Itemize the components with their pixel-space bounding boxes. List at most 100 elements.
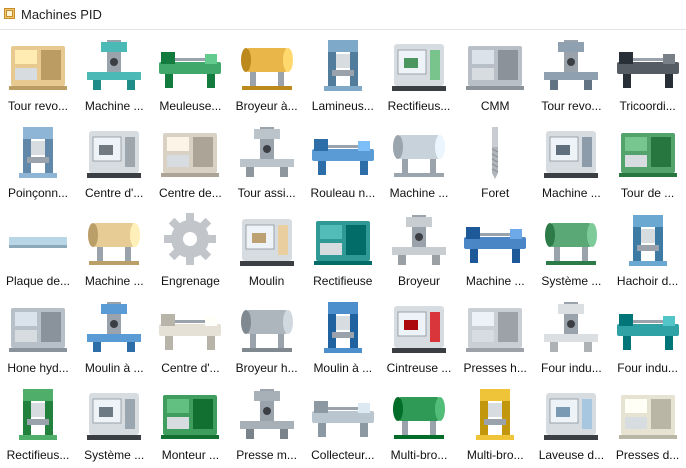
shape-item[interactable]: Presses h...	[457, 292, 533, 379]
shape-item[interactable]: Tour revo...	[533, 30, 609, 117]
shape-item[interactable]: Moulin à ...	[305, 292, 381, 379]
shape-item-label: Machine ...	[389, 186, 449, 201]
shape-item-label: Machine ...	[84, 99, 144, 113]
shape-item[interactable]: Machine ...	[381, 117, 457, 204]
shape-item[interactable]: Presses d...	[610, 379, 686, 466]
shape-item[interactable]: Machine ...	[533, 117, 609, 204]
assembler-icon	[161, 395, 220, 440]
shape-item-label: Machine ...	[465, 273, 525, 288]
shape-item-label: Rouleau n...	[310, 186, 376, 201]
shape-item[interactable]: Hachoir d...	[610, 205, 686, 292]
shape-item[interactable]: Presse m...	[229, 379, 305, 466]
bench-machine-icon	[393, 135, 445, 178]
enclosure-center-icon	[159, 313, 222, 350]
shape-item[interactable]: Centre d'...	[152, 292, 228, 379]
shape-item[interactable]: Multi-bro...	[381, 379, 457, 466]
shape-item[interactable]: CMM	[457, 30, 533, 117]
shape-item[interactable]: Monteur ...	[152, 379, 228, 466]
shape-item[interactable]: Centre d'...	[76, 117, 152, 204]
column-press-icon	[618, 395, 677, 440]
small-lathe-icon	[618, 133, 677, 178]
shape-item-label: Centre d'...	[85, 186, 144, 201]
shape-item-label: Système ...	[541, 273, 602, 288]
rolling-mill-icon	[323, 40, 362, 91]
cabinet-grinder-icon	[313, 220, 372, 265]
shape-item[interactable]: Hone hyd...	[0, 292, 76, 379]
shape-item[interactable]: Machine ...	[457, 205, 533, 292]
shape-item-label: Presse m...	[236, 448, 297, 463]
shape-item-label: Rectifieus...	[6, 448, 70, 463]
shape-item-label: Hachoir d...	[616, 273, 679, 288]
collector-icon	[311, 401, 374, 438]
shape-item[interactable]: Rouleau n...	[305, 117, 381, 204]
shape-item[interactable]: Poinçonn...	[0, 117, 76, 204]
shape-item[interactable]: Système ...	[76, 379, 152, 466]
shape-item[interactable]: Broyeur	[381, 205, 457, 292]
library-shape-icon	[4, 8, 15, 19]
shape-item[interactable]: Rectifieuse	[305, 205, 381, 292]
shape-item[interactable]: Machine ...	[76, 30, 152, 117]
shape-item[interactable]: Foret	[457, 117, 533, 204]
box-machine-icon	[88, 222, 141, 265]
shape-item[interactable]: Rectifieus...	[0, 379, 76, 466]
table-mill-icon	[87, 301, 142, 352]
assisted-lathe-icon	[239, 127, 294, 178]
surface-grinder-icon	[159, 52, 222, 88]
shape-item[interactable]: Plaque de...	[0, 205, 76, 292]
shape-item-label: Broyeur h...	[235, 360, 298, 375]
drill-bit-icon	[491, 127, 499, 180]
chopper-icon	[628, 214, 667, 266]
shape-item[interactable]: Tricoordi...	[610, 30, 686, 117]
shape-item-label: Moulin à ...	[84, 360, 144, 375]
gear-icon	[164, 212, 217, 265]
shape-item-label: Tour revo...	[7, 99, 69, 113]
shape-item[interactable]: Rectifieus...	[381, 30, 457, 117]
shape-item[interactable]: Multi-bro...	[457, 379, 533, 466]
shape-item[interactable]: Engrenage	[152, 205, 228, 292]
shape-item-label: Multi-bro...	[466, 448, 524, 463]
shape-item[interactable]: Moulin à ...	[76, 292, 152, 379]
shape-item[interactable]: Lamineus...	[305, 30, 381, 117]
shape-item[interactable]: Broyeur h...	[229, 292, 305, 379]
shape-item[interactable]: Machine ...	[76, 205, 152, 292]
shape-item-label: Broyeur à...	[235, 99, 298, 113]
cylindrical-grinder-icon	[392, 44, 446, 91]
shape-item[interactable]: Meuleuse...	[152, 30, 228, 117]
shape-item[interactable]: Laveuse d...	[533, 379, 609, 466]
face-machine-icon	[464, 226, 527, 263]
shape-item-label: Système ...	[84, 448, 145, 463]
shape-item[interactable]: Centre de...	[152, 117, 228, 204]
shape-item[interactable]: Broyeur à...	[229, 30, 305, 117]
shape-item[interactable]: Cintreuse ...	[381, 292, 457, 379]
multi-spindle-yellow-icon	[476, 389, 515, 441]
shape-item-label: Machine ...	[84, 273, 144, 288]
drum-crusher-icon	[240, 48, 293, 90]
machining-center-icon	[161, 133, 220, 178]
shape-item-label: CMM	[480, 99, 510, 113]
hydraulic-hone-icon	[9, 307, 67, 352]
multi-spindle-green-icon	[393, 397, 445, 440]
shape-item-label: Tour revo...	[541, 99, 602, 113]
tri-coordinate-icon	[616, 52, 679, 88]
shape-item-label: Moulin à ...	[313, 360, 373, 375]
shape-item-label: Cintreuse ...	[386, 360, 452, 375]
shape-item[interactable]: Collecteur...	[305, 379, 381, 466]
shape-item[interactable]: Tour assi...	[229, 117, 305, 204]
industrial-furnace-icon	[616, 313, 679, 350]
shape-item[interactable]: Moulin	[229, 205, 305, 292]
shape-item[interactable]: Four indu...	[610, 292, 686, 379]
shape-item[interactable]: Tour revo...	[0, 30, 76, 117]
shape-item[interactable]: Tour de ...	[610, 117, 686, 204]
shape-item[interactable]: Système ...	[533, 205, 609, 292]
shape-item-label: Engrenage	[161, 273, 220, 288]
panel-header[interactable]: Machines PID	[0, 0, 686, 30]
shape-item-label: Centre d'...	[161, 360, 220, 375]
shape-item-label: Four indu...	[541, 360, 602, 375]
crusher-icon	[392, 214, 446, 265]
shape-item-label: Lamineus...	[311, 99, 374, 113]
roller-icon	[311, 139, 374, 176]
shape-item-label: Presses h...	[463, 360, 527, 375]
shape-item-label: Collecteur...	[311, 448, 375, 463]
shape-item[interactable]: Four indu...	[533, 292, 609, 379]
shape-item-label: Poinçonn...	[7, 186, 69, 201]
